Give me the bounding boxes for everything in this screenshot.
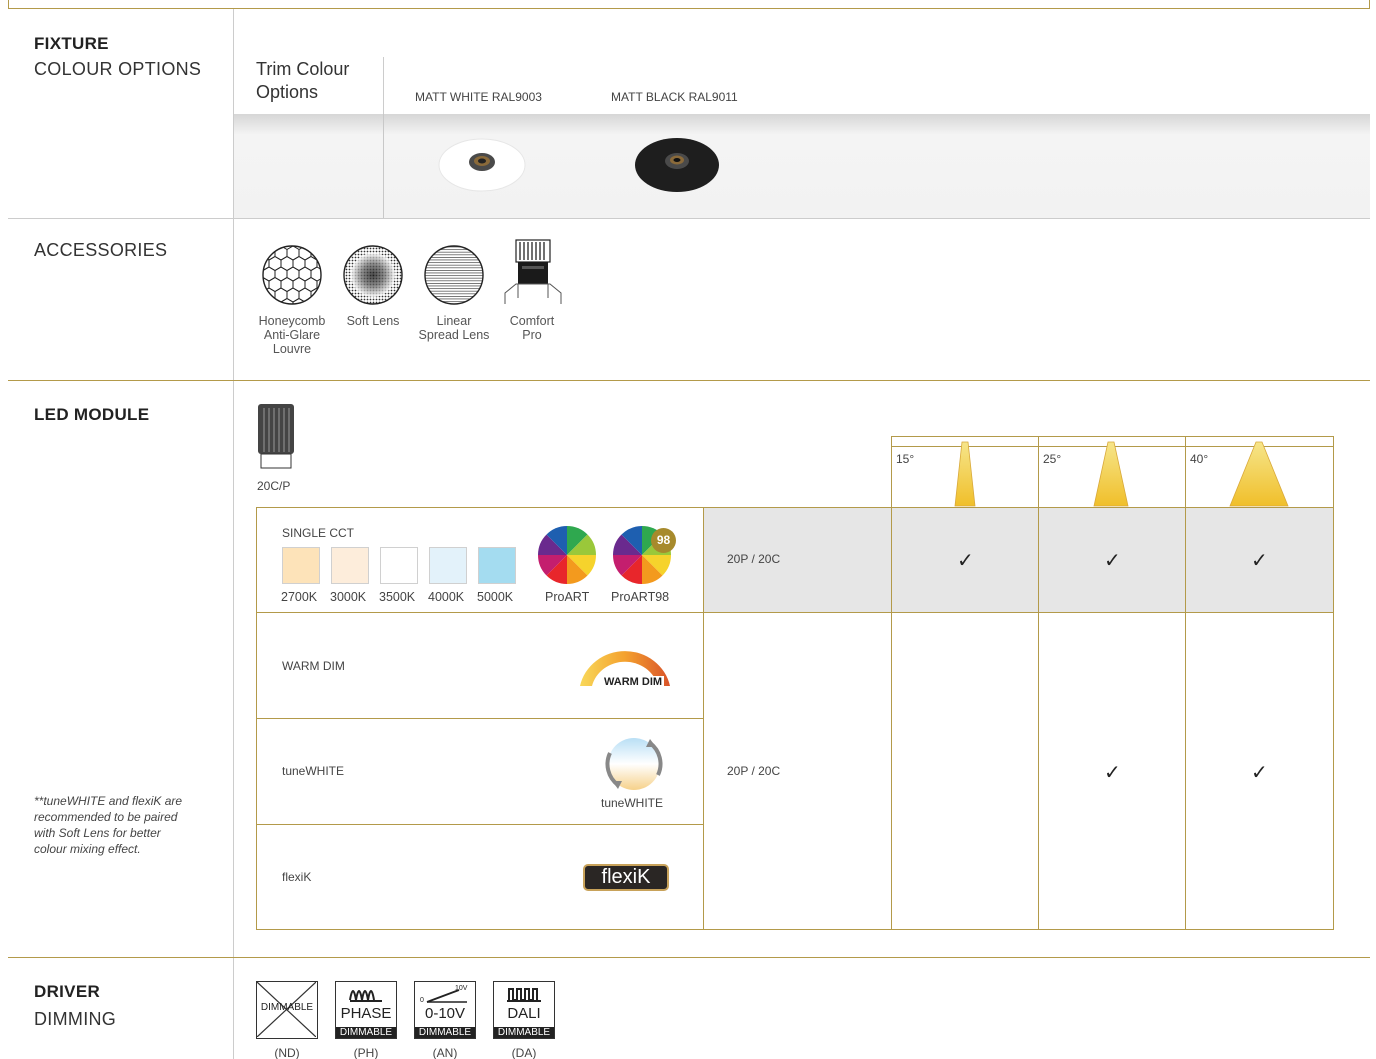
row-divider-3: [256, 824, 704, 825]
driver-title: DRIVER: [34, 982, 101, 1001]
driver-code-ph: (PH): [353, 1046, 379, 1059]
matt-white-fixture-icon: [438, 138, 526, 192]
led-divider: [8, 957, 1370, 958]
swatch-3000k: [331, 547, 369, 584]
col-divider-25: [1038, 507, 1039, 930]
col-divider-15: [891, 507, 892, 930]
single-cct-check-25: ✓: [1104, 550, 1121, 572]
swatch-5000k: [478, 547, 516, 584]
single-cct-module-code: 20P / 20C: [727, 552, 781, 566]
accessories-divider: [8, 380, 1370, 381]
row-divider-2: [256, 718, 704, 719]
soft-lens-icon: [343, 245, 403, 305]
fixture-divider: [8, 218, 1370, 219]
group-module-code: 20P / 20C: [727, 764, 781, 778]
swatch-label-4000k: 4000K: [428, 590, 465, 604]
beam-40-icon: [1229, 441, 1289, 507]
beam-divider-2: [1185, 436, 1186, 508]
warm-dim-label: WARM DIM: [282, 659, 345, 673]
top-left-tick: [8, 0, 9, 9]
flexik-logo: flexiK: [583, 864, 669, 891]
colour-name-black: MATT BLACK RAL9011: [611, 90, 738, 104]
proart-label: ProART: [545, 590, 590, 604]
tunewhite-label: tuneWHITE: [282, 764, 345, 778]
driver-an-min: 0: [420, 997, 424, 1004]
top-right-tick: [1369, 0, 1370, 9]
col-divider-module: [703, 507, 704, 930]
driver-dali-text: DALI: [507, 1005, 541, 1022]
accessory-label-comfort-pro: Comfort Pro: [509, 314, 555, 342]
honeycomb-icon: [262, 245, 322, 305]
swatch-label-3000k: 3000K: [330, 590, 367, 604]
beam-label-40: 40°: [1190, 452, 1209, 466]
driver-code-da: (DA): [511, 1046, 537, 1059]
tunewhite-logo-text: tuneWHITE: [601, 796, 664, 810]
dimming-subtitle: DIMMING: [34, 1009, 117, 1029]
driver-0-10v-icon: 10V 0 0-10V DIMMABLE: [414, 981, 476, 1039]
top-border: [8, 8, 1370, 9]
single-cct-check-15: ✓: [957, 550, 974, 572]
single-cct-label: SINGLE CCT: [282, 526, 355, 540]
driver-code-an: (AN): [432, 1046, 458, 1059]
driver-phase-icon: PHASE DIMMABLE: [335, 981, 397, 1039]
driver-dali-icon: DALI DIMMABLE: [493, 981, 555, 1039]
beam-25-icon: [1093, 441, 1129, 507]
swatch-2700k: [282, 547, 320, 584]
driver-dali-bar: DIMMABLE: [494, 1027, 554, 1038]
warm-dim-logo-text: WARM DIM: [602, 676, 665, 688]
driver-code-nd: (ND): [274, 1046, 300, 1059]
proart-color-wheel-icon: [538, 526, 596, 584]
driver-non-dimmable-icon: DIMMABLE: [256, 981, 318, 1039]
driver-phase-bar: DIMMABLE: [336, 1027, 396, 1038]
tunewhite-logo-icon: [605, 738, 663, 790]
row-divider-1: [256, 612, 1334, 613]
fixture-title: FIXTURE: [34, 34, 109, 53]
group-check-40: ✓: [1251, 762, 1268, 784]
linear-lens-icon: [424, 245, 484, 305]
driver-0-10v-bar: DIMMABLE: [415, 1027, 475, 1038]
beam-label-25: 25°: [1043, 452, 1062, 466]
swatch-label-3500k: 3500K: [379, 590, 416, 604]
colour-name-white: MATT WHITE RAL9003: [415, 90, 542, 104]
beam-divider-1: [1038, 436, 1039, 508]
led-module-icon: [258, 404, 294, 469]
accessory-label-linear-lens: Linear Spread Lens: [418, 314, 490, 342]
single-cct-check-40: ✓: [1251, 550, 1268, 572]
swatch-label-2700k: 2700K: [281, 590, 318, 604]
flexik-label: flexiK: [282, 870, 312, 884]
accessory-label-honeycomb: Honeycomb Anti-Glare Louvre: [258, 314, 326, 356]
led-module-title: LED MODULE: [34, 405, 150, 424]
colour-options-subtitle: COLOUR OPTIONS: [34, 59, 202, 79]
driver-nd-text: DIMMABLE: [260, 1002, 314, 1013]
swatch-label-5000k: 5000K: [477, 590, 514, 604]
group-check-25: ✓: [1104, 762, 1121, 784]
proart98-badge: 98: [651, 528, 676, 553]
comfort-pro-icon: [504, 239, 562, 304]
driver-0-10v-text: 0-10V: [424, 1005, 466, 1022]
trim-colour-label: Trim Colour Options: [256, 59, 350, 102]
accessories-title: ACCESSORIES: [34, 240, 168, 260]
led-module-label: 20C/P: [257, 479, 291, 493]
col-divider-40: [1185, 507, 1186, 930]
fixture-swatch-band: [234, 114, 1370, 218]
driver-phase-text: PHASE: [340, 1005, 392, 1022]
accessory-label-soft-lens: Soft Lens: [346, 314, 400, 328]
swatch-3500k: [380, 547, 418, 584]
swatch-4000k: [429, 547, 467, 584]
beam-15-icon: [954, 441, 976, 507]
driver-an-max: 10V: [455, 985, 468, 992]
proart98-label: ProART98: [611, 590, 670, 604]
trim-divider-lower: [383, 114, 384, 218]
beam-label-15: 15°: [896, 452, 915, 466]
matt-black-fixture-icon: [635, 138, 719, 192]
led-note: **tuneWHITE and flexiK are recommended t…: [34, 794, 183, 856]
